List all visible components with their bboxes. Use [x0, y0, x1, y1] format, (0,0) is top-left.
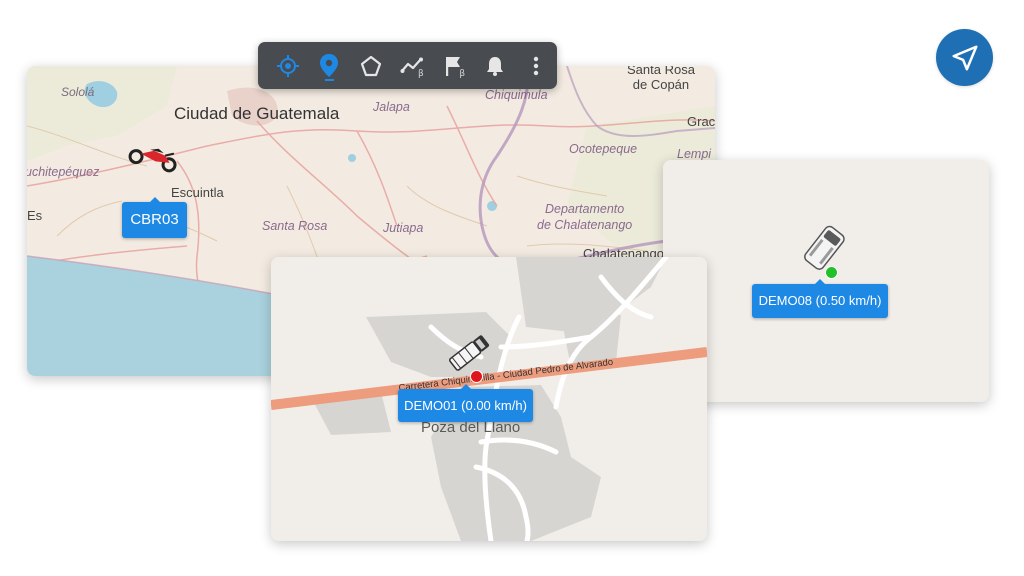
flag-button[interactable]: β [433, 42, 474, 89]
vehicle-label-cbr03[interactable]: CBR03 [122, 197, 187, 238]
status-dot-moving [825, 266, 838, 279]
place-label-grac: Grac [687, 114, 715, 129]
truck-icon[interactable] [443, 332, 495, 374]
place-label-santa-rosa-de-copan: Santa Rosa de Copán [627, 66, 695, 92]
van-icon[interactable] [793, 222, 853, 278]
location-pin-button[interactable] [308, 42, 349, 89]
polygon-icon [360, 55, 381, 76]
motorcycle-icon[interactable] [126, 145, 182, 173]
vehicle-label-demo08[interactable]: DEMO08 (0.50 km/h) [752, 279, 888, 318]
place-label-chiquimula: Chiquimula [485, 88, 548, 102]
place-label-departamento-de-chalatenango: Departamento de Chalatenango [537, 202, 633, 232]
beta-badge: β [417, 69, 424, 79]
crosshair-icon [276, 54, 299, 77]
place-label-jalapa: Jalapa [373, 100, 410, 114]
detail-map-right[interactable]: DEMO08 (0.50 km/h) [663, 160, 989, 402]
place-label-santa-rosa: Santa Rosa [262, 219, 328, 233]
crosshair-button[interactable] [267, 42, 308, 89]
place-label-suchitepequez: uchitepéquez [27, 165, 100, 179]
route-button[interactable]: β [391, 42, 432, 89]
status-dot-stopped [470, 370, 483, 383]
map-toolbar: β β [258, 42, 557, 89]
notifications-button[interactable] [474, 42, 515, 89]
more-vertical-icon [534, 56, 539, 75]
place-label-lempi: Lempi [677, 147, 712, 161]
beta-badge: β [459, 69, 466, 79]
place-label-ocotepeque: Ocotepeque [569, 142, 638, 156]
place-label-escuintla: Escuintla [171, 185, 224, 200]
navigation-arrow-icon [952, 45, 977, 70]
more-options-button[interactable] [516, 42, 557, 89]
active-indicator [325, 79, 335, 81]
place-label-ciudad-de-guatemala: Ciudad de Guatemala [174, 104, 340, 123]
detail-map-bottom[interactable]: Carretera Chiquimulilla - Ciudad Pedro d… [271, 257, 707, 541]
vehicle-label-demo01[interactable]: DEMO01 (0.00 km/h) [398, 384, 533, 422]
bell-icon [486, 56, 503, 76]
polygon-button[interactable] [350, 42, 391, 89]
location-pin-icon [320, 53, 339, 77]
place-label-jutiapa: Jutiapa [383, 221, 424, 235]
place-label-es: Es [27, 208, 43, 223]
place-label-solola: Sololá [61, 85, 95, 99]
navigation-button[interactable] [936, 29, 993, 86]
